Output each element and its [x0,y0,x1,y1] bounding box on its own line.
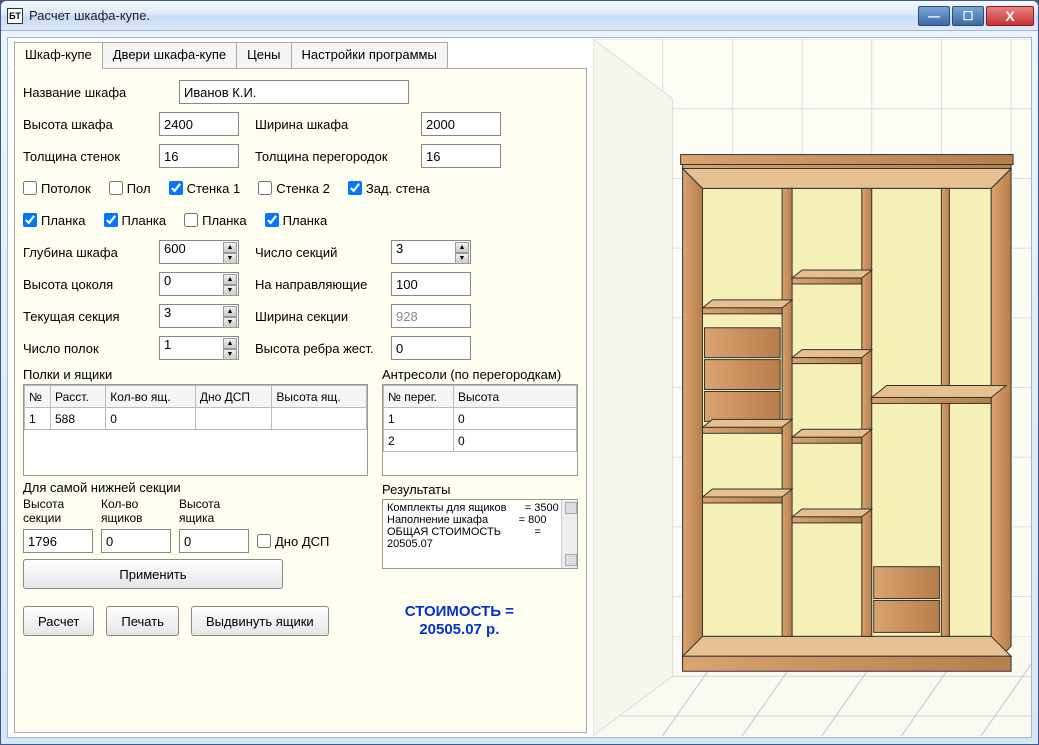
price-display: СТОИМОСТЬ = 20505.07 р. [341,603,578,639]
check-ceiling[interactable]: Потолок [23,181,91,196]
input-sec-w [391,304,471,328]
minimize-button[interactable]: — [918,6,950,26]
close-button[interactable]: X [986,6,1034,26]
label-part-th: Толщина перегородок [255,149,415,164]
tab-prices[interactable]: Цены [236,42,291,69]
input-rib-h[interactable] [391,336,471,360]
label-sec-w: Ширина секции [255,309,385,324]
titlebar[interactable]: БТ Расчет шкафа-купе. — ☐ X [1,1,1038,31]
label-shelves-drawers: Полки и ящики [23,367,368,382]
input-name[interactable] [179,80,409,104]
tab-wardrobe[interactable]: Шкаф-купе [14,42,103,69]
input-wall-th[interactable] [159,144,239,168]
check-wall2[interactable]: Стенка 2 [258,181,330,196]
check-plank3[interactable]: Планка [184,213,247,228]
calc-button[interactable]: Расчет [23,606,94,636]
shelves-table[interactable]: № Расст. Кол-во ящ. Дно ДСП Высота ящ. 1… [23,384,368,476]
tab-doors[interactable]: Двери шкафа-купе [102,42,237,69]
check-plank1[interactable]: Планка [23,213,86,228]
label-height: Высота шкафа [23,117,153,132]
maximize-button[interactable]: ☐ [952,6,984,26]
scrollbar[interactable] [561,500,577,568]
window-title: Расчет шкафа-купе. [29,8,918,23]
label-results: Результаты [382,482,578,497]
input-part-th[interactable] [421,144,501,168]
label-lowest-section: Для самой нижней секции [23,480,368,495]
results-textbox[interactable]: Комплекты для ящиков = 3500 Наполнение ш… [382,499,578,569]
label-rib-h: Высота ребра жест. [255,341,385,356]
extend-button[interactable]: Выдвинуть ящики [191,606,329,636]
3d-viewport[interactable] [593,38,1031,737]
label-low-h: Высота секции [23,497,93,525]
left-panel: Шкаф-купе Двери шкафа-купе Цены Настройк… [8,38,593,737]
spin-depth[interactable]: 600▲▼ [159,240,239,264]
spin-cur-sec[interactable]: 3▲▼ [159,304,239,328]
app-window: БТ Расчет шкафа-купе. — ☐ X Шкаф-купе Дв… [0,0,1039,745]
spin-base-h[interactable]: 0▲▼ [159,272,239,296]
input-low-cnt[interactable] [101,529,171,553]
label-wall-th: Толщина стенок [23,149,153,164]
input-width[interactable] [421,112,501,136]
tab-settings[interactable]: Настройки программы [291,42,448,69]
spin-sections[interactable]: 3▲▼ [391,240,471,264]
label-base-h: Высота цоколя [23,277,153,292]
check-back[interactable]: Зад. стена [348,181,430,196]
spin-down-icon[interactable]: ▼ [223,253,237,264]
label-name: Название шкафа [23,85,173,100]
mezz-table[interactable]: № перег. Высота 10 20 [382,384,578,476]
spin-shelves[interactable]: 1▲▼ [159,336,239,360]
label-low-drawer-h: Высота ящика [179,497,249,525]
app-icon: БТ [7,8,23,24]
label-low-cnt: Кол-во ящиков [101,497,171,525]
label-depth: Глубина шкафа [23,245,153,260]
label-width: Ширина шкафа [255,117,415,132]
spin-up-icon[interactable]: ▲ [223,242,237,253]
label-mezzanines: Антресоли (по перегородкам) [382,367,578,382]
label-cur-sec: Текущая секция [23,309,153,324]
check-dsp[interactable]: Дно ДСП [257,534,368,549]
input-height[interactable] [159,112,239,136]
input-low-h[interactable] [23,529,93,553]
table-row[interactable]: 1 588 0 [25,408,367,430]
label-rails: На направляющие [255,277,385,292]
check-plank4[interactable]: Планка [265,213,328,228]
check-floor[interactable]: Пол [109,181,151,196]
check-plank2[interactable]: Планка [104,213,167,228]
table-row[interactable]: 10 [384,408,577,430]
print-button[interactable]: Печать [106,606,179,636]
apply-button[interactable]: Применить [23,559,283,589]
tab-strip: Шкаф-купе Двери шкафа-купе Цены Настройк… [14,42,587,69]
label-sections: Число секций [255,245,385,260]
check-wall1[interactable]: Стенка 1 [169,181,241,196]
input-rails[interactable] [391,272,471,296]
client-area: Шкаф-купе Двери шкафа-купе Цены Настройк… [7,37,1032,738]
label-shelves: Число полок [23,341,153,356]
wardrobe-3d-icon [593,38,1031,737]
table-row[interactable]: 20 [384,430,577,452]
input-low-drawer-h[interactable] [179,529,249,553]
tab-body: Название шкафа Высота шкафа Ширина шкафа… [14,68,587,733]
